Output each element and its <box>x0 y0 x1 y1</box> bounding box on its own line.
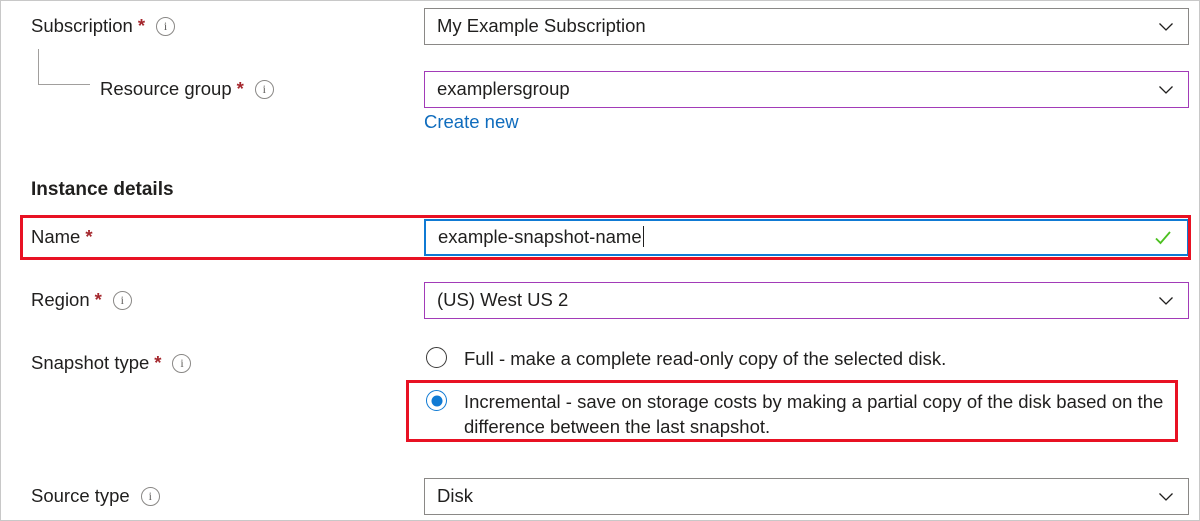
green-check-icon <box>1153 228 1173 248</box>
subscription-dropdown[interactable]: My Example Subscription <box>424 8 1189 45</box>
info-icon[interactable] <box>113 291 132 310</box>
radio-label-incremental: Incremental - save on storage costs by m… <box>464 389 1178 439</box>
radio-option-full[interactable]: Full - make a complete read-only copy of… <box>426 346 1181 371</box>
source-type-dropdown[interactable]: Disk <box>424 478 1189 515</box>
required-asterisk: * <box>138 15 145 36</box>
info-icon[interactable] <box>172 354 191 373</box>
chevron-down-icon <box>1158 293 1174 309</box>
name-label: Name* <box>31 228 93 247</box>
name-value: example-snapshot-name <box>438 228 642 247</box>
radio-button-incremental[interactable] <box>426 390 447 411</box>
required-asterisk: * <box>237 78 244 99</box>
resource-group-value: examplersgroup <box>437 80 570 99</box>
radio-label-full: Full - make a complete read-only copy of… <box>464 346 946 371</box>
tree-connector <box>38 49 90 85</box>
snapshot-type-label: Snapshot type* <box>31 354 191 374</box>
snapshot-create-form: Subscription* My Example Subscription Re… <box>0 0 1200 521</box>
instance-details-heading: Instance details <box>31 180 174 199</box>
subscription-label-text: Subscription <box>31 15 133 36</box>
subscription-label: Subscription* <box>31 17 175 37</box>
source-type-label: Source type <box>31 487 160 507</box>
chevron-down-icon <box>1158 489 1174 505</box>
region-value: (US) West US 2 <box>437 291 568 310</box>
radio-option-incremental[interactable]: Incremental - save on storage costs by m… <box>426 389 1178 439</box>
name-label-text: Name <box>31 226 80 247</box>
subscription-value: My Example Subscription <box>437 17 646 36</box>
resource-group-label-text: Resource group <box>100 78 232 99</box>
chevron-down-icon <box>1158 19 1174 35</box>
required-asterisk: * <box>95 289 102 310</box>
radio-button-full[interactable] <box>426 347 447 368</box>
snapshot-type-label-text: Snapshot type <box>31 352 149 373</box>
required-asterisk: * <box>85 226 92 247</box>
source-type-label-text: Source type <box>31 485 130 506</box>
resource-group-dropdown[interactable]: examplersgroup <box>424 71 1189 108</box>
text-caret <box>643 226 644 247</box>
resource-group-label: Resource group* <box>100 80 274 100</box>
required-asterisk: * <box>154 352 161 373</box>
region-dropdown[interactable]: (US) West US 2 <box>424 282 1189 319</box>
info-icon[interactable] <box>141 487 160 506</box>
region-label: Region* <box>31 291 132 311</box>
source-type-value: Disk <box>437 487 473 506</box>
chevron-down-icon <box>1158 82 1174 98</box>
info-icon[interactable] <box>255 80 274 99</box>
info-icon[interactable] <box>156 17 175 36</box>
region-label-text: Region <box>31 289 90 310</box>
name-input[interactable]: example-snapshot-name <box>424 219 1189 256</box>
create-new-link[interactable]: Create new <box>424 113 519 132</box>
